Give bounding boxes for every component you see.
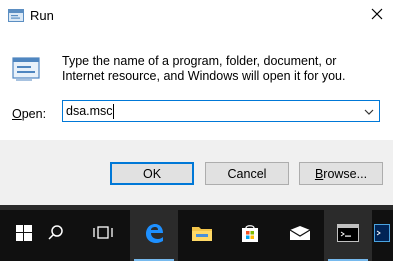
browse-button[interactable]: Browse... <box>299 162 383 185</box>
mail-button[interactable] <box>276 210 324 261</box>
title-bar[interactable]: Run <box>0 0 393 32</box>
close-button[interactable] <box>361 0 393 32</box>
cmd-icon <box>337 224 359 247</box>
store-button[interactable] <box>226 210 274 261</box>
chevron-down-icon <box>364 102 374 120</box>
open-combobox[interactable] <box>62 100 380 122</box>
run-dialog: Run Type the name of a program, folder, … <box>0 0 393 210</box>
taskbar <box>0 210 393 261</box>
run-large-icon <box>12 56 42 81</box>
button-bar: OK Cancel Browse... <box>0 140 393 210</box>
mail-icon <box>289 225 311 246</box>
close-icon <box>371 7 383 25</box>
task-view-button[interactable] <box>79 210 127 261</box>
terminal-icon <box>374 224 390 247</box>
search-button[interactable] <box>32 210 80 261</box>
file-explorer-icon <box>191 224 213 247</box>
browse-label-rest: rowse... <box>323 166 368 181</box>
start-icon <box>16 225 32 246</box>
cancel-button[interactable]: Cancel <box>205 162 289 185</box>
dropdown-button[interactable] <box>361 103 377 119</box>
ok-button[interactable]: OK <box>110 162 194 185</box>
task-view-icon <box>93 225 113 246</box>
terminal-button[interactable] <box>372 210 393 261</box>
description-text: Type the name of a program, folder, docu… <box>62 54 346 83</box>
file-explorer-button[interactable] <box>178 210 226 261</box>
window-title: Run <box>30 8 54 23</box>
cmd-button[interactable] <box>324 210 372 261</box>
store-icon <box>240 223 260 248</box>
open-label: Open: <box>12 107 46 121</box>
dialog-body: Type the name of a program, folder, docu… <box>0 32 393 140</box>
run-icon <box>8 9 24 23</box>
text-cursor <box>113 104 114 119</box>
open-label-mnemonic: O <box>12 107 22 121</box>
search-icon <box>47 224 65 247</box>
open-label-rest: pen: <box>21 107 47 121</box>
open-input[interactable] <box>66 103 356 119</box>
edge-button[interactable] <box>130 210 178 261</box>
browse-mnemonic: B <box>314 166 324 181</box>
edge-icon <box>143 222 165 249</box>
